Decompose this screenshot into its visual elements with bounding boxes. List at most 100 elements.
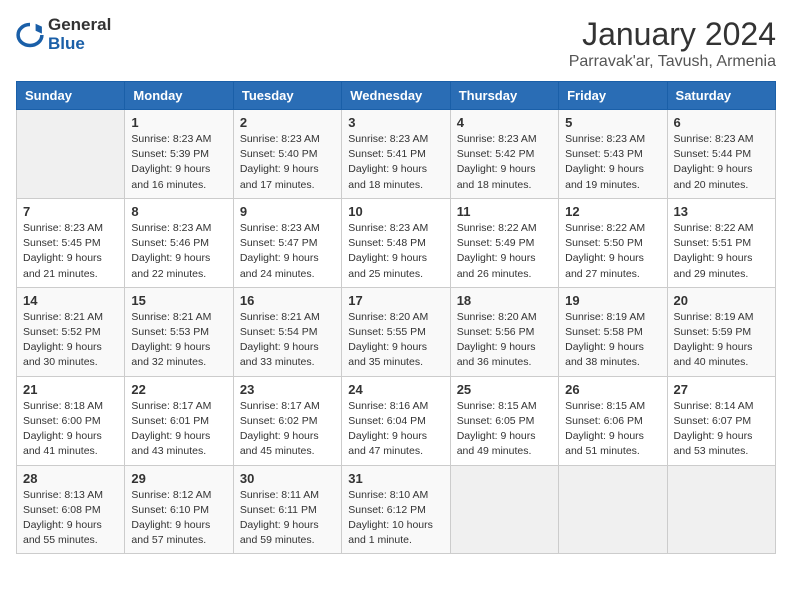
location-title: Parravak'ar, Tavush, Armenia xyxy=(569,53,776,71)
calendar-header-row: SundayMondayTuesdayWednesdayThursdayFrid… xyxy=(17,82,776,110)
day-cell: 24 Sunrise: 8:16 AMSunset: 6:04 PMDayligh… xyxy=(342,376,450,465)
day-number: 15 xyxy=(131,293,226,308)
day-info: Sunrise: 8:19 AMSunset: 5:59 PMDaylight:… xyxy=(674,310,769,371)
day-number: 27 xyxy=(674,382,769,397)
day-number: 24 xyxy=(348,382,443,397)
day-info: Sunrise: 8:23 AMSunset: 5:43 PMDaylight:… xyxy=(565,132,660,193)
day-info: Sunrise: 8:23 AMSunset: 5:45 PMDaylight:… xyxy=(23,221,118,282)
day-info: Sunrise: 8:16 AMSunset: 6:04 PMDaylight:… xyxy=(348,399,443,460)
day-cell xyxy=(667,465,775,554)
day-number: 31 xyxy=(348,471,443,486)
day-info: Sunrise: 8:23 AMSunset: 5:48 PMDaylight:… xyxy=(348,221,443,282)
day-number: 12 xyxy=(565,204,660,219)
day-cell: 7 Sunrise: 8:23 AMSunset: 5:45 PMDaylight… xyxy=(17,198,125,287)
day-info: Sunrise: 8:23 AMSunset: 5:41 PMDaylight:… xyxy=(348,132,443,193)
day-number: 18 xyxy=(457,293,552,308)
day-number: 7 xyxy=(23,204,118,219)
day-number: 13 xyxy=(674,204,769,219)
day-cell: 29Sunrise: 8:12 AMSunset: 6:10 PMDayligh… xyxy=(125,465,233,554)
day-cell: 23 Sunrise: 8:17 AMSunset: 6:02 PMDayligh… xyxy=(233,376,341,465)
header: General Blue January 2024 Parravak'ar, T… xyxy=(16,16,776,71)
day-number: 30 xyxy=(240,471,335,486)
week-row-2: 14Sunrise: 8:21 AMSunset: 5:52 PMDayligh… xyxy=(17,287,776,376)
day-cell xyxy=(450,465,558,554)
day-cell: 25Sunrise: 8:15 AMSunset: 6:05 PMDayligh… xyxy=(450,376,558,465)
week-row-3: 21 Sunrise: 8:18 AMSunset: 6:00 PMDayligh… xyxy=(17,376,776,465)
calendar-body: 1 Sunrise: 8:23 AMSunset: 5:39 PMDaylight… xyxy=(17,110,776,554)
day-info: Sunrise: 8:23 AMSunset: 5:47 PMDaylight:… xyxy=(240,221,335,282)
day-info: Sunrise: 8:22 AMSunset: 5:50 PMDaylight:… xyxy=(565,221,660,282)
day-info: Sunrise: 8:22 AMSunset: 5:49 PMDaylight:… xyxy=(457,221,552,282)
day-cell: 28 Sunrise: 8:13 AMSunset: 6:08 PMDayligh… xyxy=(17,465,125,554)
logo-text: General Blue xyxy=(48,16,111,53)
day-number: 23 xyxy=(240,382,335,397)
day-info: Sunrise: 8:23 AMSunset: 5:46 PMDaylight:… xyxy=(131,221,226,282)
day-info: Sunrise: 8:22 AMSunset: 5:51 PMDaylight:… xyxy=(674,221,769,282)
week-row-4: 28 Sunrise: 8:13 AMSunset: 6:08 PMDayligh… xyxy=(17,465,776,554)
day-number: 20 xyxy=(674,293,769,308)
header-cell-tuesday: Tuesday xyxy=(233,82,341,110)
day-cell: 3Sunrise: 8:23 AMSunset: 5:41 PMDaylight… xyxy=(342,110,450,199)
day-info: Sunrise: 8:23 AMSunset: 5:39 PMDaylight:… xyxy=(131,132,226,193)
day-number: 28 xyxy=(23,471,118,486)
day-cell: 10 Sunrise: 8:23 AMSunset: 5:48 PMDayligh… xyxy=(342,198,450,287)
header-cell-wednesday: Wednesday xyxy=(342,82,450,110)
day-info: Sunrise: 8:20 AMSunset: 5:56 PMDaylight:… xyxy=(457,310,552,371)
day-cell: 14Sunrise: 8:21 AMSunset: 5:52 PMDayligh… xyxy=(17,287,125,376)
day-info: Sunrise: 8:13 AMSunset: 6:08 PMDaylight:… xyxy=(23,488,118,549)
day-info: Sunrise: 8:23 AMSunset: 5:40 PMDaylight:… xyxy=(240,132,335,193)
header-cell-saturday: Saturday xyxy=(667,82,775,110)
week-row-0: 1 Sunrise: 8:23 AMSunset: 5:39 PMDaylight… xyxy=(17,110,776,199)
day-number: 21 xyxy=(23,382,118,397)
day-info: Sunrise: 8:17 AMSunset: 6:02 PMDaylight:… xyxy=(240,399,335,460)
day-number: 16 xyxy=(240,293,335,308)
day-cell xyxy=(559,465,667,554)
day-info: Sunrise: 8:18 AMSunset: 6:00 PMDaylight:… xyxy=(23,399,118,460)
day-number: 5 xyxy=(565,115,660,130)
day-number: 1 xyxy=(131,115,226,130)
day-info: Sunrise: 8:20 AMSunset: 5:55 PMDaylight:… xyxy=(348,310,443,371)
day-info: Sunrise: 8:23 AMSunset: 5:44 PMDaylight:… xyxy=(674,132,769,193)
day-info: Sunrise: 8:21 AMSunset: 5:54 PMDaylight:… xyxy=(240,310,335,371)
day-cell: 16 Sunrise: 8:21 AMSunset: 5:54 PMDayligh… xyxy=(233,287,341,376)
logo: General Blue xyxy=(16,16,111,53)
day-cell: 15Sunrise: 8:21 AMSunset: 5:53 PMDayligh… xyxy=(125,287,233,376)
day-cell: 20 Sunrise: 8:19 AMSunset: 5:59 PMDayligh… xyxy=(667,287,775,376)
day-number: 26 xyxy=(565,382,660,397)
day-cell: 9 Sunrise: 8:23 AMSunset: 5:47 PMDaylight… xyxy=(233,198,341,287)
day-info: Sunrise: 8:17 AMSunset: 6:01 PMDaylight:… xyxy=(131,399,226,460)
day-number: 19 xyxy=(565,293,660,308)
day-number: 17 xyxy=(348,293,443,308)
day-number: 6 xyxy=(674,115,769,130)
day-info: Sunrise: 8:14 AMSunset: 6:07 PMDaylight:… xyxy=(674,399,769,460)
title-area: January 2024 Parravak'ar, Tavush, Armeni… xyxy=(569,16,776,71)
day-info: Sunrise: 8:23 AMSunset: 5:42 PMDaylight:… xyxy=(457,132,552,193)
calendar-table: SundayMondayTuesdayWednesdayThursdayFrid… xyxy=(16,81,776,554)
day-number: 10 xyxy=(348,204,443,219)
day-cell: 21 Sunrise: 8:18 AMSunset: 6:00 PMDayligh… xyxy=(17,376,125,465)
day-cell: 1 Sunrise: 8:23 AMSunset: 5:39 PMDaylight… xyxy=(125,110,233,199)
day-cell: 27 Sunrise: 8:14 AMSunset: 6:07 PMDayligh… xyxy=(667,376,775,465)
day-cell: 18 Sunrise: 8:20 AMSunset: 5:56 PMDayligh… xyxy=(450,287,558,376)
day-cell: 30 Sunrise: 8:11 AMSunset: 6:11 PMDayligh… xyxy=(233,465,341,554)
day-number: 11 xyxy=(457,204,552,219)
day-number: 4 xyxy=(457,115,552,130)
day-info: Sunrise: 8:15 AMSunset: 6:06 PMDaylight:… xyxy=(565,399,660,460)
day-info: Sunrise: 8:11 AMSunset: 6:11 PMDaylight:… xyxy=(240,488,335,549)
day-cell: 31 Sunrise: 8:10 AMSunset: 6:12 PMDayligh… xyxy=(342,465,450,554)
header-cell-sunday: Sunday xyxy=(17,82,125,110)
day-number: 14 xyxy=(23,293,118,308)
day-cell: 6 Sunrise: 8:23 AMSunset: 5:44 PMDaylight… xyxy=(667,110,775,199)
day-info: Sunrise: 8:10 AMSunset: 6:12 PMDaylight:… xyxy=(348,488,443,549)
day-number: 29 xyxy=(131,471,226,486)
day-cell: 5 Sunrise: 8:23 AMSunset: 5:43 PMDaylight… xyxy=(559,110,667,199)
day-number: 22 xyxy=(131,382,226,397)
day-number: 8 xyxy=(131,204,226,219)
day-number: 2 xyxy=(240,115,335,130)
month-title: January 2024 xyxy=(569,16,776,53)
day-cell: 22 Sunrise: 8:17 AMSunset: 6:01 PMDayligh… xyxy=(125,376,233,465)
day-cell: 17 Sunrise: 8:20 AMSunset: 5:55 PMDayligh… xyxy=(342,287,450,376)
header-cell-friday: Friday xyxy=(559,82,667,110)
day-cell: 13 Sunrise: 8:22 AMSunset: 5:51 PMDayligh… xyxy=(667,198,775,287)
day-number: 9 xyxy=(240,204,335,219)
